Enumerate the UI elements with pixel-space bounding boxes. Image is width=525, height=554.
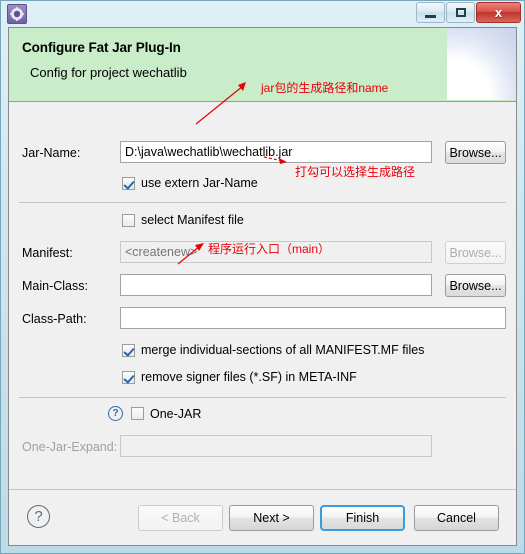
dialog-client-area: Configure Fat Jar Plug-In Config for pro… [8,27,517,546]
gear-icon [7,4,27,24]
next-button[interactable]: Next > [229,505,314,531]
remove-signer-label: remove signer files (*.SF) in META-INF [141,370,357,384]
close-button[interactable]: x [476,2,521,23]
dialog-window: x Configure Fat Jar Plug-In Config for p… [0,0,525,554]
one-jar-expand-label: One-Jar-Expand: [22,440,118,454]
remove-signer-checkbox-row[interactable]: remove signer files (*.SF) in META-INF [122,370,357,384]
separator-1 [19,202,506,203]
annotation-2: 打勾可以选择生成路径 [295,165,416,179]
one-jar-label: One-JAR [150,406,202,421]
main-class-input[interactable] [120,274,432,296]
restore-icon [455,8,466,17]
form-body: Jar-Name: Browse... use extern Jar-Name … [9,102,516,472]
window-controls: x [415,2,521,23]
main-class-browse-button[interactable]: Browse... [445,274,506,297]
use-extern-jar-name-checkbox-row[interactable]: use extern Jar-Name [122,176,258,190]
minimize-icon [425,14,436,18]
back-button: < Back [138,505,223,531]
restore-button[interactable] [446,2,475,23]
remove-signer-checkbox[interactable] [122,370,135,384]
merge-sections-label: merge individual-sections of all MANIFES… [141,343,425,357]
one-jar-checkbox[interactable] [131,407,144,420]
select-manifest-file-checkbox[interactable] [122,213,135,227]
class-path-label: Class-Path: [22,312,87,326]
page-subtitle: Config for project wechatlib [30,65,187,80]
manifest-browse-button: Browse... [445,241,506,264]
manifest-label: Manifest: [22,246,73,260]
finish-button[interactable]: Finish [320,505,405,531]
main-class-label: Main-Class: [22,279,88,293]
select-manifest-file-checkbox-row[interactable]: select Manifest file [122,213,244,227]
annotation-1: jar包的生成路径和name [261,81,389,95]
one-jar-checkbox-row[interactable]: ? One-JAR [108,406,201,421]
title-bar[interactable]: x [0,0,525,28]
page-title: Configure Fat Jar Plug-In [22,40,181,55]
jar-name-label: Jar-Name: [22,146,81,160]
use-extern-jar-name-checkbox[interactable] [122,176,135,190]
select-manifest-file-label: select Manifest file [141,213,244,227]
wizard-banner-image [447,28,516,100]
jar-name-input[interactable] [120,141,432,163]
merge-sections-checkbox[interactable] [122,343,135,357]
minimize-button[interactable] [416,2,445,23]
close-icon: x [494,5,503,20]
one-jar-help-icon[interactable]: ? [108,406,123,421]
jar-name-browse-button[interactable]: Browse... [445,141,506,164]
one-jar-expand-input [120,435,432,457]
use-extern-jar-name-label: use extern Jar-Name [141,176,258,190]
class-path-input[interactable] [120,307,506,329]
help-button[interactable]: ? [27,505,50,528]
merge-sections-checkbox-row[interactable]: merge individual-sections of all MANIFES… [122,343,424,357]
dialog-button-bar: ? < Back Next > Finish Cancel [9,489,516,545]
annotation-3: 程序运行入口（main） [208,242,331,256]
separator-2 [19,397,506,398]
cancel-button[interactable]: Cancel [414,505,499,531]
